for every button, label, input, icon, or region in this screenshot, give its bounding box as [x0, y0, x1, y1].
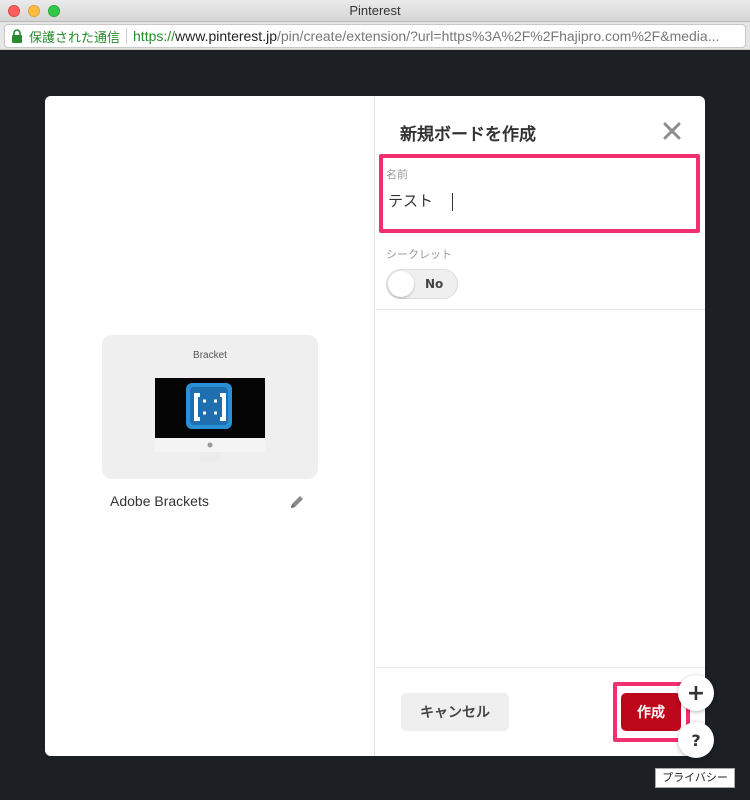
- help-button[interactable]: ?: [678, 722, 714, 758]
- board-name-input[interactable]: [388, 188, 678, 212]
- url-protocol: https://: [133, 28, 176, 44]
- pin-title: Adobe Brackets: [110, 493, 209, 509]
- add-pin-button[interactable]: +: [678, 675, 714, 711]
- window-titlebar: Pinterest: [0, 0, 750, 22]
- url-field[interactable]: 保護された通信 https:// www.pinterest.jp /pin/c…: [4, 24, 746, 48]
- url-separator: [126, 28, 128, 44]
- pin-image-card: Bracket: [102, 335, 318, 479]
- window-title: Pinterest: [349, 3, 401, 18]
- create-board-modal: Bracket Adobe Brackets 新規ボードを作成 名前 テスト シ…: [45, 96, 705, 756]
- lock-icon: [12, 29, 22, 43]
- secure-connection-label: 保護された通信: [29, 29, 121, 45]
- privacy-tooltip: プライバシー: [655, 768, 735, 788]
- url-path: /pin/create/extension/?url=https%3A%2F%2…: [276, 28, 720, 44]
- text-cursor: [452, 193, 453, 211]
- board-form-panel: 新規ボードを作成 名前 シークレット No キャンセル 作成: [376, 96, 705, 756]
- toggle-knob: [388, 271, 414, 297]
- pin-preview-panel: Bracket Adobe Brackets: [45, 96, 375, 756]
- name-label: 名前: [386, 168, 408, 181]
- footer-divider: [376, 667, 705, 668]
- secret-toggle[interactable]: No: [386, 269, 458, 299]
- brackets-monitor-image: [155, 378, 265, 462]
- form-divider: [376, 309, 705, 310]
- modal-heading: 新規ボードを作成: [400, 125, 536, 145]
- create-button[interactable]: 作成: [621, 693, 681, 731]
- secret-label: シークレット: [386, 248, 452, 261]
- close-icon[interactable]: [662, 121, 682, 141]
- cancel-button[interactable]: キャンセル: [401, 693, 509, 731]
- edit-pencil-icon[interactable]: [289, 494, 305, 510]
- secret-toggle-text: No: [425, 277, 444, 291]
- url-host: www.pinterest.jp: [175, 28, 277, 44]
- address-bar: 保護された通信 https:// www.pinterest.jp /pin/c…: [0, 22, 750, 50]
